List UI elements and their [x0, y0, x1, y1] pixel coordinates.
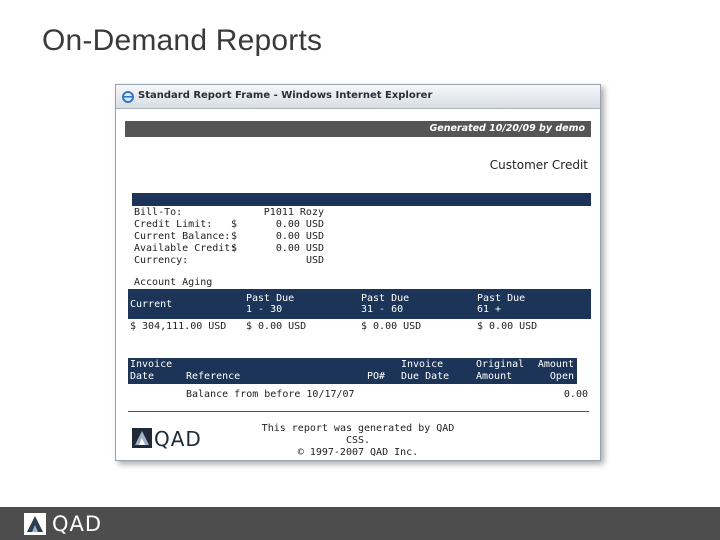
invoice-header-line1: Amount — [537, 359, 574, 370]
info-value: P1011 Rozy — [263, 207, 324, 218]
info-row: Current Balance: $ 0.00 USD — [134, 231, 394, 243]
slide-title: On-Demand Reports — [42, 24, 323, 57]
invoice-reference: Balance from before 10/17/07 — [186, 389, 355, 400]
window-title: Standard Report Frame - Windows Internet… — [138, 90, 433, 101]
aging-header-line1: Past Due — [361, 293, 410, 304]
info-label: Available Credit: — [134, 243, 237, 254]
invoice-header: Invoice Date Reference PO# Invoice Due D… — [128, 358, 577, 384]
aging-value-31-60: $ 0.00 USD — [361, 321, 422, 332]
invoice-header-line2: Due Date — [401, 371, 450, 382]
aging-value-current: $ 304,111.00 USD — [130, 321, 227, 332]
report-title: Customer Credit — [489, 158, 588, 172]
invoice-divider — [128, 411, 589, 412]
info-label: Currency: — [134, 255, 189, 266]
aging-header-line1: Past Due — [477, 293, 526, 304]
info-currency-symbol: $ — [231, 243, 238, 254]
footer-logo-text: QAD — [52, 512, 103, 536]
generated-text: Generated 10/20/09 by demo — [429, 123, 585, 134]
info-label: Bill-To: — [134, 207, 183, 218]
aging-header-line2: 31 - 60 — [361, 304, 404, 315]
aging-values-row: $ 304,111.00 USD $ 0.00 USD $ 0.00 USD $… — [128, 321, 591, 333]
report-footer-line2: © 1997-2007 QAD Inc. — [297, 447, 419, 458]
browser-window: Standard Report Frame - Windows Internet… — [115, 84, 601, 461]
info-label: Current Balance: — [134, 231, 231, 242]
qad-logo-icon — [132, 428, 152, 448]
aging-header: Current Past Due 1 - 30 Past Due 31 - 60… — [128, 289, 591, 319]
internet-explorer-icon — [122, 91, 134, 103]
invoice-header-line1: Invoice — [130, 359, 173, 370]
aging-header-line1: Past Due — [246, 293, 295, 304]
report-qad-logo: QAD — [132, 427, 232, 451]
aging-title: Account Aging — [134, 277, 213, 288]
invoice-header-po: PO# — [367, 371, 386, 382]
customer-info: Bill-To: P1011 Rozy Credit Limit: $ 0.00… — [134, 207, 394, 267]
header-band — [132, 193, 591, 206]
info-label: Credit Limit: — [134, 219, 213, 230]
generated-bar: Generated 10/20/09 by demo — [125, 121, 591, 137]
info-value: USD — [305, 255, 324, 266]
aging-header-line2: 61 + — [477, 304, 502, 315]
invoice-header-line2: Open — [549, 371, 574, 382]
invoice-header-line1: Original — [476, 359, 525, 370]
aging-value-61-plus: $ 0.00 USD — [477, 321, 538, 332]
info-row: Credit Limit: $ 0.00 USD — [134, 219, 394, 231]
report-footer-note: This report was generated by QAD CSS. © … — [253, 423, 463, 459]
qad-logo-icon — [24, 513, 46, 535]
slide-footer-bar: QAD — [0, 507, 720, 540]
info-row: Bill-To: P1011 Rozy — [134, 207, 394, 219]
info-currency-symbol: $ — [231, 219, 238, 230]
aging-header-line2: 1 - 30 — [246, 304, 283, 315]
invoice-header-line1: Invoice — [401, 359, 444, 370]
report-footer-line1: This report was generated by QAD CSS. — [261, 423, 455, 446]
invoice-header-line2: Date — [130, 371, 155, 382]
footer-qad-logo: QAD — [24, 512, 124, 536]
info-value: 0.00 USD — [275, 219, 324, 230]
aging-header-current: Current — [130, 299, 173, 310]
aging-value-1-30: $ 0.00 USD — [246, 321, 307, 332]
window-titlebar[interactable]: Standard Report Frame - Windows Internet… — [116, 85, 600, 109]
report-logo-text: QAD — [154, 427, 202, 451]
invoice-header-reference: Reference — [186, 371, 241, 382]
info-currency-symbol: $ — [231, 231, 238, 242]
info-row: Currency: USD — [134, 255, 394, 267]
invoice-header-line2: Amount — [476, 371, 513, 382]
invoice-row: Balance from before 10/17/07 0.00 — [128, 389, 588, 401]
info-value: 0.00 USD — [275, 231, 324, 242]
invoice-amount-open: 0.00 — [563, 389, 588, 400]
info-value: 0.00 USD — [275, 243, 324, 254]
info-row: Available Credit: $ 0.00 USD — [134, 243, 394, 255]
